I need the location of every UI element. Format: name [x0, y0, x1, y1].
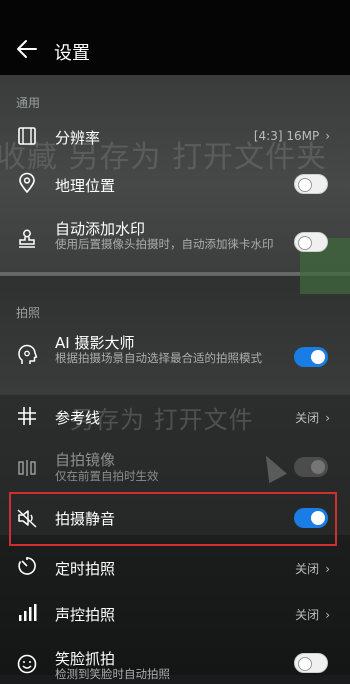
chevron-right-icon: › [325, 411, 330, 425]
setting-watermark[interactable]: 自动添加水印 使用后置摄像头拍摄时，自动添加徕卡水印 [0, 214, 350, 270]
setting-smile[interactable]: 笑脸抓拍 检测到笑脸时自动拍照 [0, 644, 350, 684]
setting-label: 声控拍照 [55, 606, 116, 624]
back-arrow-icon[interactable] [16, 38, 38, 60]
setting-voice[interactable]: 声控拍照 关闭 › [0, 596, 350, 632]
smile-icon [17, 654, 37, 674]
mirror-icon [18, 460, 36, 476]
grid-hash-icon [18, 407, 36, 425]
setting-selfie-mirror: 自拍镜像 仅在前置自拍时生效 [0, 444, 350, 492]
selfie-mirror-toggle [294, 457, 328, 477]
setting-label: 地理位置 [55, 177, 116, 195]
watermark-toggle[interactable] [294, 232, 328, 252]
setting-description: 检测到笑脸时自动拍照 [55, 667, 170, 681]
highlight-box [9, 492, 337, 546]
setting-label: 自拍镜像 [55, 451, 116, 469]
signal-bars-icon [19, 604, 37, 621]
setting-location[interactable]: 地理位置 [0, 166, 350, 202]
stamp-icon [19, 229, 35, 248]
ai-head-icon [18, 344, 38, 364]
setting-timer[interactable]: 定时拍照 关闭 › [0, 550, 350, 586]
film-frame-icon [18, 127, 36, 145]
setting-label: 分辨率 [55, 129, 101, 147]
setting-description: 仅在前置自拍时生效 [55, 469, 159, 483]
settings-header: 设置 [0, 28, 350, 72]
setting-ai-master[interactable]: AI 摄影大师 根据拍摄场景自动选择最合适的拍照模式 [0, 330, 350, 386]
chevron-right-icon: › [325, 129, 330, 143]
smile-toggle[interactable] [294, 653, 328, 673]
setting-grid[interactable]: 参考线 关闭 › [0, 396, 350, 436]
section-header-photo: 拍照 [16, 306, 41, 320]
setting-resolution[interactable]: 分辨率 [4:3] 16MP › [0, 118, 350, 154]
section-header-general: 通用 [16, 96, 41, 110]
location-pin-icon [19, 172, 35, 194]
setting-value: [4:3] 16MP › [253, 129, 330, 143]
setting-label: 定时拍照 [55, 560, 116, 578]
setting-value: 关闭 › [295, 562, 330, 576]
setting-description: 根据拍摄场景自动选择最合适的拍照模式 [55, 351, 262, 365]
ai-master-toggle[interactable] [294, 347, 328, 367]
timer-icon [18, 557, 36, 575]
location-toggle[interactable] [294, 174, 328, 194]
setting-description: 使用后置摄像头拍摄时，自动添加徕卡水印 [55, 237, 274, 251]
chevron-right-icon: › [325, 608, 330, 622]
setting-value: 关闭 › [295, 608, 330, 622]
page-title: 设置 [54, 43, 90, 64]
chevron-right-icon: › [325, 562, 330, 576]
setting-label: 参考线 [55, 409, 101, 427]
setting-value: 关闭 › [295, 411, 330, 425]
